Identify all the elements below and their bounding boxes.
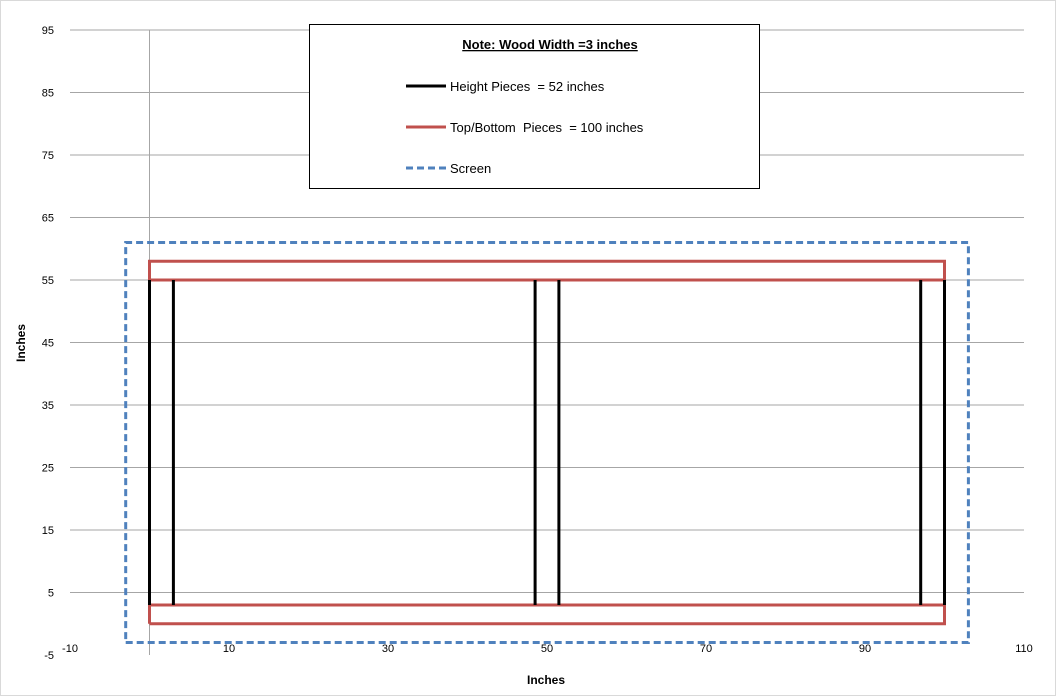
screen-outline <box>124 241 970 644</box>
x-tick-label: 110 <box>1015 643 1033 655</box>
y-tick-label: 65 <box>42 213 54 225</box>
y-tick-label: 95 <box>42 25 54 37</box>
y-tick-label: 15 <box>42 525 54 537</box>
top-bottom-piece-outline <box>148 259 946 282</box>
y-tick-label: 55 <box>42 275 54 287</box>
legend-item-label: Screen <box>450 161 491 176</box>
legend-item-label: Top/Bottom Pieces = 100 inches <box>450 120 644 135</box>
top-bottom-piece-outline <box>148 603 946 626</box>
x-axis-title: Inches <box>527 673 565 687</box>
x-tick-label: 10 <box>223 643 235 655</box>
y-tick-label: -5 <box>44 650 54 662</box>
y-tick-label: 85 <box>42 88 54 100</box>
y-tick-label: 75 <box>42 150 54 162</box>
y-tick-label: 25 <box>42 463 54 475</box>
x-tick-label: 30 <box>382 643 394 655</box>
x-tick-label: -10 <box>62 643 78 655</box>
legend: Note: Wood Width =3 inches Height Pieces… <box>309 24 760 189</box>
x-tick-label: 50 <box>541 643 553 655</box>
chart-canvas: -5 5 15 25 35 45 55 65 75 85 95 -10 10 30 50 70 90 110 In… <box>14 24 1033 687</box>
y-tick-label: 35 <box>42 400 54 412</box>
y-axis-title: Inches <box>14 324 28 362</box>
legend-title: Note: Wood Width =3 inches <box>462 37 638 52</box>
y-tick-label: 45 <box>42 338 54 350</box>
x-tick-label: 90 <box>859 643 871 655</box>
legend-item-label: Height Pieces = 52 inches <box>450 79 605 94</box>
x-tick-label: 70 <box>700 643 712 655</box>
y-tick-label: 5 <box>48 588 54 600</box>
plot-series <box>124 241 970 644</box>
